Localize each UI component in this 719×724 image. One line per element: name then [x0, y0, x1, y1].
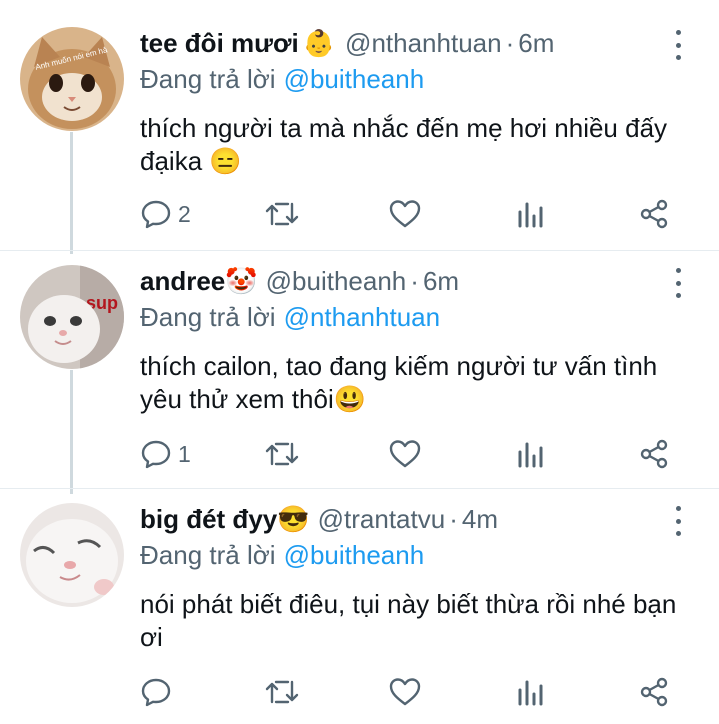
- tweet-3[interactable]: big đét đyy 😎 @trantatvu · 4m Đang trả l…: [0, 476, 719, 724]
- replying-to-label: Đang trả lời: [140, 302, 276, 332]
- replying-to: Đang trả lời @buitheanh: [140, 64, 424, 95]
- share-icon: [640, 439, 668, 469]
- timestamp[interactable]: 6m: [423, 266, 459, 297]
- more-icon[interactable]: [668, 506, 688, 536]
- share-icon: [640, 677, 668, 707]
- like-icon: [389, 678, 421, 706]
- share-button[interactable]: [638, 194, 670, 234]
- reply-button[interactable]: 2: [140, 194, 191, 234]
- reply-count: 2: [178, 200, 191, 227]
- tweet-text: thích người ta mà nhắc đến mẹ hơi nhiều …: [140, 113, 668, 176]
- like-icon: [389, 200, 421, 228]
- share-button[interactable]: [638, 434, 670, 474]
- retweet-button[interactable]: [264, 434, 300, 474]
- retweet-icon: [265, 442, 299, 466]
- analytics-button[interactable]: [516, 672, 546, 712]
- like-icon: [389, 440, 421, 468]
- handle[interactable]: @nthanhtuan: [345, 28, 502, 59]
- display-name[interactable]: andree: [140, 266, 225, 297]
- reply-icon: [141, 678, 171, 707]
- retweet-icon: [265, 202, 299, 226]
- more-icon[interactable]: [668, 30, 688, 60]
- more-icon[interactable]: [668, 268, 688, 298]
- name-emoji: 👶: [302, 27, 336, 58]
- action-bar: 1: [140, 434, 680, 474]
- reply-count: 1: [178, 440, 191, 467]
- handle[interactable]: @trantatvu: [318, 504, 446, 535]
- display-name[interactable]: big đét đyy: [140, 504, 277, 535]
- reply-icon: [141, 440, 171, 469]
- separator-dot: ·: [449, 503, 458, 534]
- analytics-button[interactable]: [516, 434, 546, 474]
- reply-button[interactable]: 1: [140, 434, 191, 474]
- avatar[interactable]: [20, 503, 124, 607]
- analytics-button[interactable]: [516, 194, 546, 234]
- tweet-1[interactable]: Anh muốn nói em hả tee đôi mươi 👶 @nthan…: [0, 0, 719, 250]
- handle[interactable]: @buitheanh: [266, 266, 407, 297]
- avatar[interactable]: sup: [20, 265, 124, 369]
- retweet-icon: [265, 680, 299, 704]
- analytics-icon: [518, 442, 543, 468]
- mention-link[interactable]: @nthanhtuan: [284, 302, 441, 332]
- share-button[interactable]: [638, 672, 670, 712]
- tweet-header: big đét đyy 😎 @trantatvu · 4m: [140, 502, 498, 536]
- timestamp[interactable]: 4m: [462, 504, 498, 535]
- analytics-icon: [518, 202, 543, 228]
- timestamp[interactable]: 6m: [518, 28, 554, 59]
- mention-link[interactable]: @buitheanh: [284, 540, 425, 570]
- retweet-button[interactable]: [264, 672, 300, 712]
- replying-to-label: Đang trả lời: [140, 64, 276, 94]
- tweet-header: andree 🤡 @buitheanh · 6m: [140, 264, 459, 298]
- tweet-header: tee đôi mươi 👶 @nthanhtuan · 6m: [140, 26, 554, 60]
- tweet-2[interactable]: sup andree 🤡 @buitheanh · 6m Đang trả lờ…: [0, 238, 719, 488]
- name-emoji: 😎: [277, 503, 310, 534]
- replying-to-label: Đang trả lời: [140, 540, 276, 570]
- reply-button[interactable]: [140, 672, 178, 712]
- retweet-button[interactable]: [264, 194, 300, 234]
- replying-to: Đang trả lời @buitheanh: [140, 540, 424, 571]
- analytics-icon: [518, 680, 543, 706]
- avatar[interactable]: Anh muốn nói em hả: [20, 27, 124, 131]
- separator-dot: ·: [410, 265, 419, 296]
- action-bar: [140, 672, 680, 712]
- separator-dot: ·: [505, 27, 515, 58]
- like-button[interactable]: [388, 194, 422, 234]
- like-button[interactable]: [388, 434, 422, 474]
- mention-link[interactable]: @buitheanh: [284, 64, 425, 94]
- action-bar: 2: [140, 194, 680, 234]
- share-icon: [640, 199, 668, 229]
- display-name[interactable]: tee đôi mươi: [140, 28, 299, 59]
- name-emoji: 🤡: [225, 265, 258, 296]
- tweet-text: nói phát biết điêu, tụi này biết thừa rồ…: [140, 589, 677, 652]
- replying-to: Đang trả lời @nthanhtuan: [140, 302, 440, 333]
- like-button[interactable]: [388, 672, 422, 712]
- reply-icon: [141, 200, 171, 229]
- tweet-text: thích cailon, tao đang kiếm người tư vấn…: [140, 351, 658, 414]
